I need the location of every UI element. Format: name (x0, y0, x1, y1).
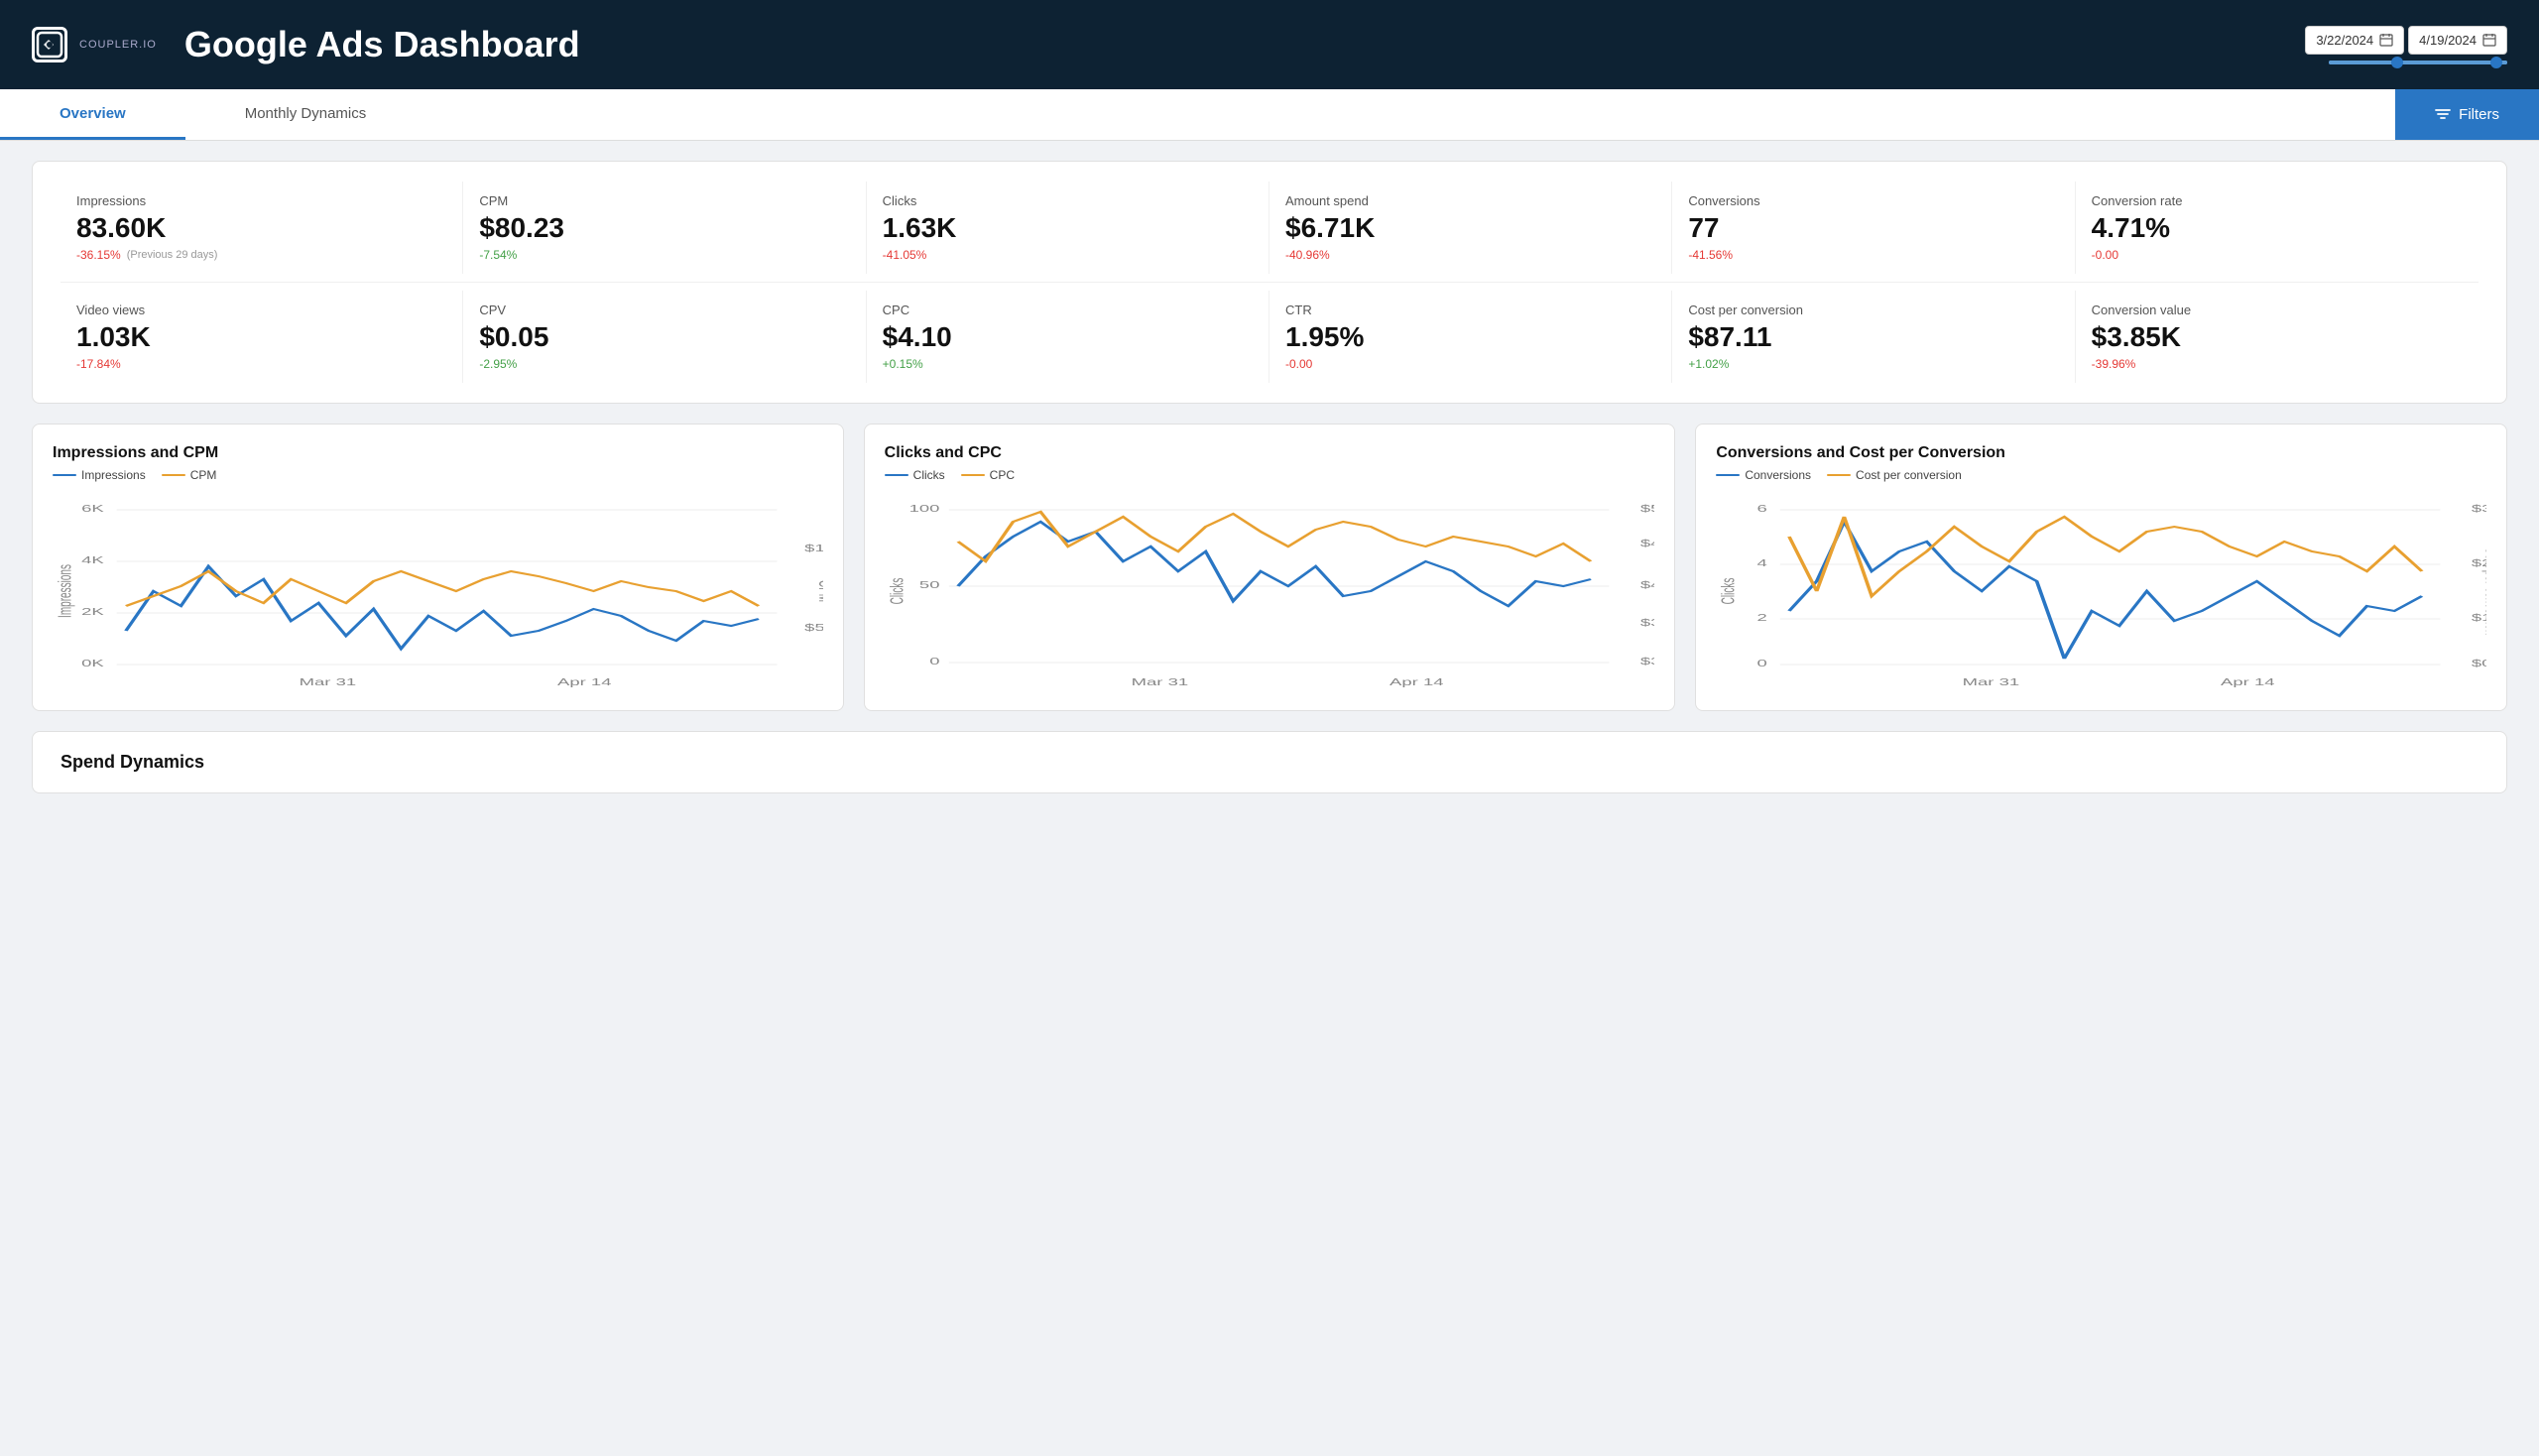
stat-conversion-value: Conversion value $3.85K -39.96% (2076, 291, 2479, 383)
svg-text:$5.0: $5.0 (1640, 504, 1655, 515)
svg-text:2K: 2K (81, 607, 104, 618)
date-end-input[interactable]: 4/19/2024 (2408, 26, 2507, 55)
svg-text:0: 0 (1757, 659, 1767, 669)
chart-svg-2: 100 50 0 $5.0 $4.5 $4.0 $3.5 $3.0 Clicks… (885, 492, 1655, 690)
date-inputs-row: 3/22/2024 4/19/2024 (2305, 26, 2507, 55)
stats-row-2: Video views 1.03K -17.84% CPV $0.05 -2.9… (60, 291, 2479, 383)
filters-button[interactable]: Filters (2395, 89, 2539, 140)
svg-text:CPM: CPM (814, 580, 823, 602)
svg-text:4: 4 (1757, 558, 1767, 569)
header: COUPLER.IO Google Ads Dashboard 3/22/202… (0, 0, 2539, 89)
svg-text:Mar 31: Mar 31 (300, 677, 357, 688)
date-range-slider[interactable] (2329, 61, 2507, 64)
chart-legend-3: Conversions Cost per conversion (1716, 468, 2486, 482)
main-content: Impressions 83.60K -36.15% (Previous 29 … (0, 141, 2539, 813)
legend-dot-orange-3 (1827, 474, 1851, 476)
svg-text:Apr 14: Apr 14 (557, 677, 611, 688)
legend-conversions: Conversions (1716, 468, 1811, 482)
svg-text:Mar 31: Mar 31 (1963, 677, 2020, 688)
stats-card: Impressions 83.60K -36.15% (Previous 29 … (32, 161, 2507, 404)
stat-conversion-rate: Conversion rate 4.71% -0.00 (2076, 182, 2479, 274)
svg-text:Apr 14: Apr 14 (2221, 677, 2274, 688)
stat-cpc: CPC $4.10 +0.15% (867, 291, 1270, 383)
svg-text:Clicks: Clicks (888, 578, 907, 605)
stat-cpm: CPM $80.23 -7.54% (463, 182, 866, 274)
stat-impressions: Impressions 83.60K -36.15% (Previous 29 … (60, 182, 463, 274)
chart-svg-3: 6 4 2 0 $300 $200 $100 $0 Clicks Cost pe… (1716, 492, 2486, 690)
chart-conversions-cost: Conversions and Cost per Conversion Conv… (1695, 424, 2507, 711)
stat-video-views: Video views 1.03K -17.84% (60, 291, 463, 383)
svg-text:0: 0 (929, 657, 939, 667)
charts-row: Impressions and CPM Impressions CPM 6K 4… (32, 424, 2507, 711)
legend-dot-blue-2 (885, 474, 908, 476)
legend-dot-orange-1 (162, 474, 185, 476)
chart-clicks-cpc: Clicks and CPC Clicks CPC 100 50 0 (864, 424, 1676, 711)
svg-text:Impressions: Impressions (57, 564, 76, 618)
legend-cpc: CPC (961, 468, 1015, 482)
chart-svg-1: 6K 4K 2K 0K $100 $50 Impressions CPM (53, 492, 823, 690)
stat-amount-spend: Amount spend $6.71K -40.96% (1270, 182, 1672, 274)
tab-monthly-dynamics[interactable]: Monthly Dynamics (185, 89, 426, 140)
svg-text:$300: $300 (2472, 504, 2486, 515)
filter-icon (2435, 107, 2451, 123)
logo-text: COUPLER.IO (79, 39, 157, 51)
chart-impressions-cpm: Impressions and CPM Impressions CPM 6K 4… (32, 424, 844, 711)
legend-cost-per-conv: Cost per conversion (1827, 468, 1962, 482)
slider-thumb-end[interactable] (2490, 57, 2502, 68)
svg-text:Clicks: Clicks (1720, 578, 1740, 605)
svg-text:6K: 6K (81, 504, 104, 515)
tab-overview[interactable]: Overview (0, 89, 185, 140)
stat-clicks: Clicks 1.63K -41.05% (867, 182, 1270, 274)
calendar-icon-end (2482, 33, 2496, 47)
svg-text:$3.5: $3.5 (1640, 618, 1655, 629)
chart-legend-1: Impressions CPM (53, 468, 823, 482)
logo-area: COUPLER.IO (32, 27, 157, 62)
svg-text:$100: $100 (804, 544, 822, 554)
nav-bar: Overview Monthly Dynamics Filters (0, 89, 2539, 141)
legend-dot-orange-2 (961, 474, 985, 476)
stat-conversions: Conversions 77 -41.56% (1672, 182, 2075, 274)
svg-text:6: 6 (1757, 504, 1767, 515)
calendar-icon-start (2379, 33, 2393, 47)
svg-text:$50: $50 (804, 623, 822, 634)
stats-divider (60, 282, 2479, 283)
legend-dot-blue-3 (1716, 474, 1740, 476)
date-start-input[interactable]: 3/22/2024 (2305, 26, 2404, 55)
stats-row-1: Impressions 83.60K -36.15% (Previous 29 … (60, 182, 2479, 274)
legend-cpm: CPM (162, 468, 217, 482)
svg-text:50: 50 (919, 580, 940, 591)
svg-text:4K: 4K (81, 555, 104, 566)
svg-text:0K: 0K (81, 659, 104, 669)
svg-text:100: 100 (908, 504, 939, 515)
legend-dot-blue-1 (53, 474, 76, 476)
slider-thumb-start[interactable] (2391, 57, 2403, 68)
legend-impressions: Impressions (53, 468, 146, 482)
svg-text:Apr 14: Apr 14 (1390, 677, 1443, 688)
page-title: Google Ads Dashboard (184, 24, 2305, 65)
logo-icon (32, 27, 67, 62)
svg-text:$3.0: $3.0 (1640, 657, 1655, 667)
svg-text:CPC: CPC (1649, 580, 1654, 601)
chart-legend-2: Clicks CPC (885, 468, 1655, 482)
svg-text:Cost per conversion: Cost per conversion (2481, 547, 2486, 636)
date-range-wrapper: 3/22/2024 4/19/2024 (2305, 26, 2507, 64)
stat-ctr: CTR 1.95% -0.00 (1270, 291, 1672, 383)
svg-text:Mar 31: Mar 31 (1131, 677, 1188, 688)
svg-text:2: 2 (1757, 613, 1767, 624)
spend-dynamics-card: Spend Dynamics (32, 731, 2507, 793)
legend-clicks: Clicks (885, 468, 945, 482)
svg-text:$4.5: $4.5 (1640, 539, 1655, 549)
stat-cost-per-conversion: Cost per conversion $87.11 +1.02% (1672, 291, 2075, 383)
stat-cpv: CPV $0.05 -2.95% (463, 291, 866, 383)
svg-text:$0: $0 (2472, 659, 2486, 669)
